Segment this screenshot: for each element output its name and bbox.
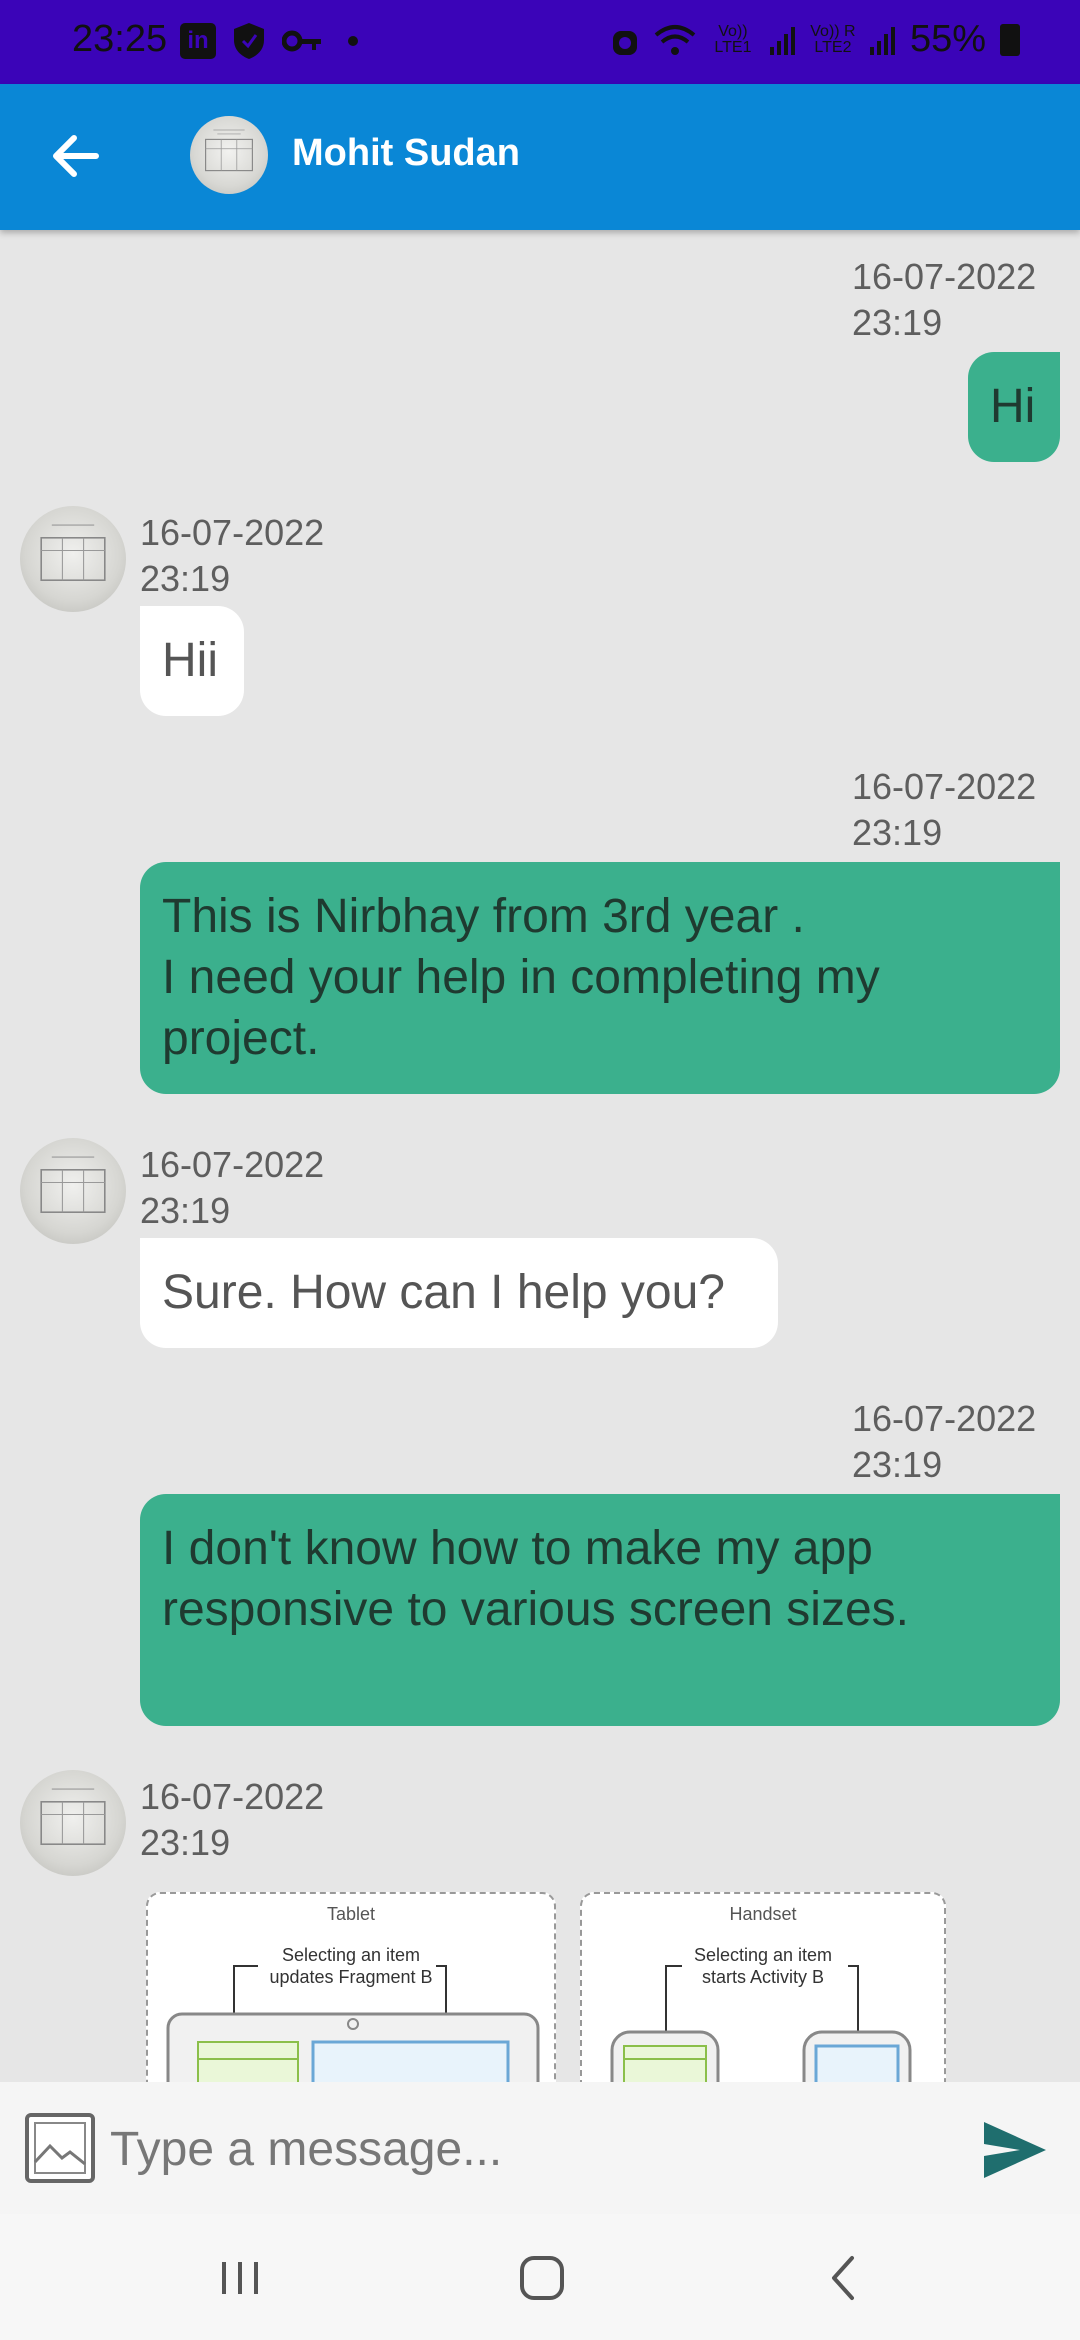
sent-message-bubble[interactable]: Hi [968, 352, 1060, 462]
sent-message-bubble[interactable]: I don't know how to make my app responsi… [140, 1494, 1060, 1726]
shield-icon [234, 23, 264, 59]
contact-name[interactable]: Mohit Sudan [292, 132, 520, 175]
message-list[interactable]: 16-07-2022 23:19 Hi 16-07-2022 23:19 Hii 1… [0, 230, 1080, 2082]
message-timestamp: 16-07-2022 23:19 [140, 1776, 325, 1863]
sim1-label: Vo)) LTE1 [714, 22, 752, 56]
message-timestamp: 16-07-2022 23:19 [852, 766, 1037, 853]
status-notification-icons: in [180, 22, 358, 60]
key-icon [282, 30, 321, 52]
sender-avatar[interactable] [20, 506, 126, 612]
send-icon[interactable] [980, 2118, 1050, 2182]
message-timestamp: 16-07-2022 23:19 [852, 1398, 1037, 1485]
sender-avatar[interactable] [20, 1138, 126, 1244]
handset-diagram [610, 1965, 912, 2082]
sender-avatar[interactable] [20, 1770, 126, 1876]
alarm-icon [612, 30, 637, 55]
sim2-label: Vo)) R LTE2 [810, 22, 856, 56]
status-system-icons: Vo)) LTE1 Vo)) R LTE2 55% [610, 18, 1020, 61]
message-composer [0, 2082, 1080, 2214]
contact-avatar[interactable] [190, 116, 268, 194]
linkedin-icon: in [180, 23, 216, 59]
tablet-panel: Tablet Selecting an item updates Fragmen… [146, 1892, 556, 2082]
signal2-icon [869, 26, 895, 55]
message-timestamp: 16-07-2022 23:19 [852, 256, 1037, 343]
image-icon[interactable] [24, 2112, 96, 2184]
tablet-diagram [166, 1965, 540, 2082]
app-bar: Mohit Sudan [0, 84, 1080, 230]
message-timestamp: 16-07-2022 23:19 [140, 1144, 325, 1231]
system-navigation-bar [0, 2214, 1080, 2340]
status-time: 23:25 [72, 18, 168, 60]
back-icon[interactable] [814, 2248, 874, 2308]
recents-icon[interactable] [210, 2248, 270, 2308]
dot-icon [348, 36, 358, 46]
message-timestamp: 16-07-2022 23:19 [140, 512, 325, 599]
received-message-bubble[interactable]: Sure. How can I help you? [140, 1238, 778, 1348]
battery-icon [1000, 23, 1020, 56]
image-message[interactable]: Tablet Selecting an item updates Fragmen… [146, 1892, 946, 2082]
message-input[interactable] [108, 2106, 952, 2192]
sent-message-bubble[interactable]: This is Nirbhay from 3rd year . I need y… [140, 862, 1060, 1094]
signal1-icon [769, 26, 795, 55]
wifi-icon [654, 24, 696, 55]
home-icon[interactable] [512, 2248, 572, 2308]
received-message-bubble[interactable]: Hii [140, 606, 244, 716]
arrow-left-icon[interactable] [44, 124, 108, 188]
battery-percent: 55% [909, 18, 986, 60]
handset-panel: Handset Selecting an item starts Activit… [580, 1892, 946, 2082]
status-bar: 23:25 in Vo)) LTE1 Vo)) R LTE2 55% [0, 0, 1080, 84]
